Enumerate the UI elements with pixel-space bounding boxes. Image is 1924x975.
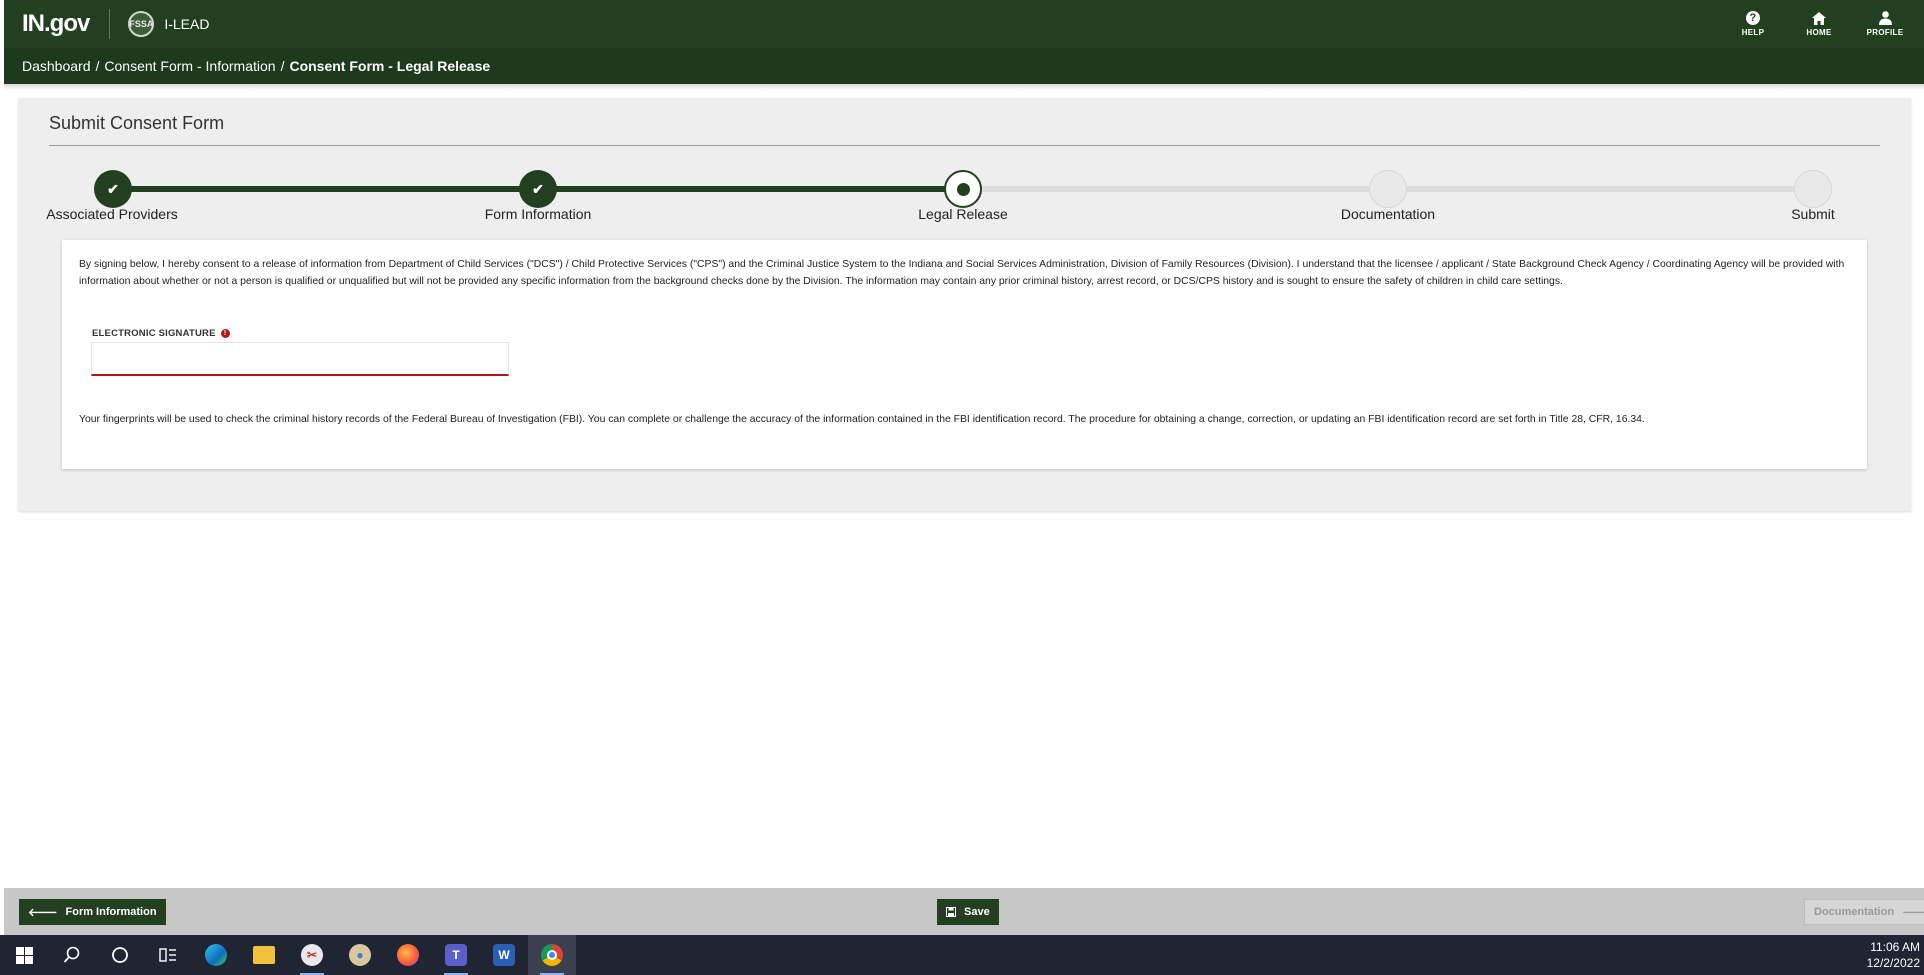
home-icon xyxy=(1812,11,1826,25)
windows-taskbar: ✂ ● T W 11:06 AM 12/2/2022 xyxy=(0,935,1924,975)
arrow-left-icon: 🡐 xyxy=(28,907,58,919)
check-icon: ✔ xyxy=(532,180,544,197)
home-label: HOME xyxy=(1806,27,1832,37)
folder-icon xyxy=(253,946,275,964)
active-step-dot-icon xyxy=(956,182,970,196)
step-legal-release[interactable] xyxy=(944,170,982,208)
task-view-icon xyxy=(159,948,176,962)
breadcrumb-shadow xyxy=(4,84,1924,90)
help-label: HELP xyxy=(1741,28,1765,37)
help-button[interactable]: ? HELP xyxy=(1720,0,1786,48)
step-label-form-information: Form Information xyxy=(484,206,592,222)
next-button-label: Documentation xyxy=(1814,906,1895,918)
form-action-bar: 🡐 Form Information Save Documentation 🡒 xyxy=(4,888,1924,935)
electronic-signature-input[interactable] xyxy=(91,342,509,376)
save-button-label: Save xyxy=(964,906,990,918)
system-clock[interactable]: 11:06 AM 12/2/2022 xyxy=(1867,939,1920,971)
teams-button[interactable]: T xyxy=(432,935,480,975)
legal-release-card: By signing below, I hereby consent to a … xyxy=(62,240,1867,469)
chrome-button[interactable] xyxy=(528,935,576,975)
file-explorer-button[interactable] xyxy=(240,935,288,975)
windows-icon xyxy=(15,946,33,964)
signature-label: ELECTRONIC SIGNATURE ! xyxy=(92,328,230,339)
chrome-icon xyxy=(541,944,563,966)
in-gov-logo[interactable]: IN.gov xyxy=(22,10,90,38)
word-button[interactable]: W xyxy=(480,935,528,975)
app-name: I-LEAD xyxy=(164,16,210,32)
back-form-information-button[interactable]: 🡐 Form Information xyxy=(19,899,166,925)
step-label-legal-release: Legal Release xyxy=(918,206,1008,222)
logo-text: IN.gov xyxy=(22,10,90,37)
firefox-icon xyxy=(397,944,419,966)
breadcrumb: Dashboard / Consent Form - Information /… xyxy=(4,48,1924,84)
search-icon xyxy=(63,946,80,963)
header-actions: ? HELP HOME PROFILE xyxy=(1720,0,1918,48)
edge-button[interactable] xyxy=(192,935,240,975)
task-view-button[interactable] xyxy=(144,935,192,975)
breadcrumb-dashboard[interactable]: Dashboard xyxy=(22,58,91,74)
consent-text: By signing below, I hereby consent to a … xyxy=(79,259,1845,287)
back-button-label: Form Information xyxy=(65,906,157,918)
step-form-information[interactable]: ✔ xyxy=(519,170,557,208)
breadcrumb-consent-information[interactable]: Consent Form - Information xyxy=(104,58,275,74)
paint-button[interactable]: ● xyxy=(336,935,384,975)
clock-time: 11:06 AM xyxy=(1870,940,1920,954)
edge-icon xyxy=(205,944,227,966)
step-documentation xyxy=(1369,170,1407,208)
snip-tool-button[interactable]: ✂ xyxy=(288,935,336,975)
profile-icon xyxy=(1878,11,1892,25)
top-header: IN.gov FSSA I-LEAD ? HELP HOME PROFILE xyxy=(4,0,1924,48)
fbi-notice-text: Your fingerprints will be used to check … xyxy=(79,414,1645,425)
fssa-seal-icon: FSSA xyxy=(128,11,155,37)
arrow-right-icon: 🡒 xyxy=(1902,907,1924,919)
save-button[interactable]: Save xyxy=(937,899,999,925)
teams-icon: T xyxy=(445,944,467,966)
consent-form-panel: Submit Consent Form ✔ ✔ Associated Provi… xyxy=(18,98,1911,511)
step-label-submit: Submit xyxy=(1791,206,1835,222)
firefox-button[interactable] xyxy=(384,935,432,975)
word-icon: W xyxy=(493,944,515,966)
breadcrumb-current: Consent Form - Legal Release xyxy=(289,58,491,74)
palette-icon: ● xyxy=(349,944,371,966)
signature-label-text: ELECTRONIC SIGNATURE xyxy=(92,328,216,339)
start-button[interactable] xyxy=(0,935,48,975)
clock-date: 12/2/2022 xyxy=(1866,956,1920,970)
help-icon: ? xyxy=(1746,11,1760,25)
cortana-button[interactable] xyxy=(96,935,144,975)
snip-icon: ✂ xyxy=(301,944,323,966)
breadcrumb-separator: / xyxy=(280,58,285,74)
next-documentation-button[interactable]: Documentation 🡒 xyxy=(1804,899,1924,925)
search-button[interactable] xyxy=(48,935,96,975)
step-label-documentation: Documentation xyxy=(1340,206,1436,222)
step-submit xyxy=(1794,170,1832,208)
required-icon: ! xyxy=(220,329,230,338)
header-divider xyxy=(109,9,111,39)
profile-label: PROFILE xyxy=(1866,28,1904,37)
profile-button[interactable]: PROFILE xyxy=(1852,0,1918,48)
step-label-associated-providers: Associated Providers xyxy=(46,206,178,222)
cortana-icon xyxy=(112,947,128,963)
step-associated-providers[interactable]: ✔ xyxy=(94,170,132,208)
check-icon: ✔ xyxy=(107,180,119,197)
progress-stepper: ✔ ✔ Associated Providers Form Informatio… xyxy=(18,98,1911,238)
save-icon xyxy=(946,907,956,917)
breadcrumb-separator: / xyxy=(95,58,100,74)
home-button[interactable]: HOME xyxy=(1786,0,1852,48)
